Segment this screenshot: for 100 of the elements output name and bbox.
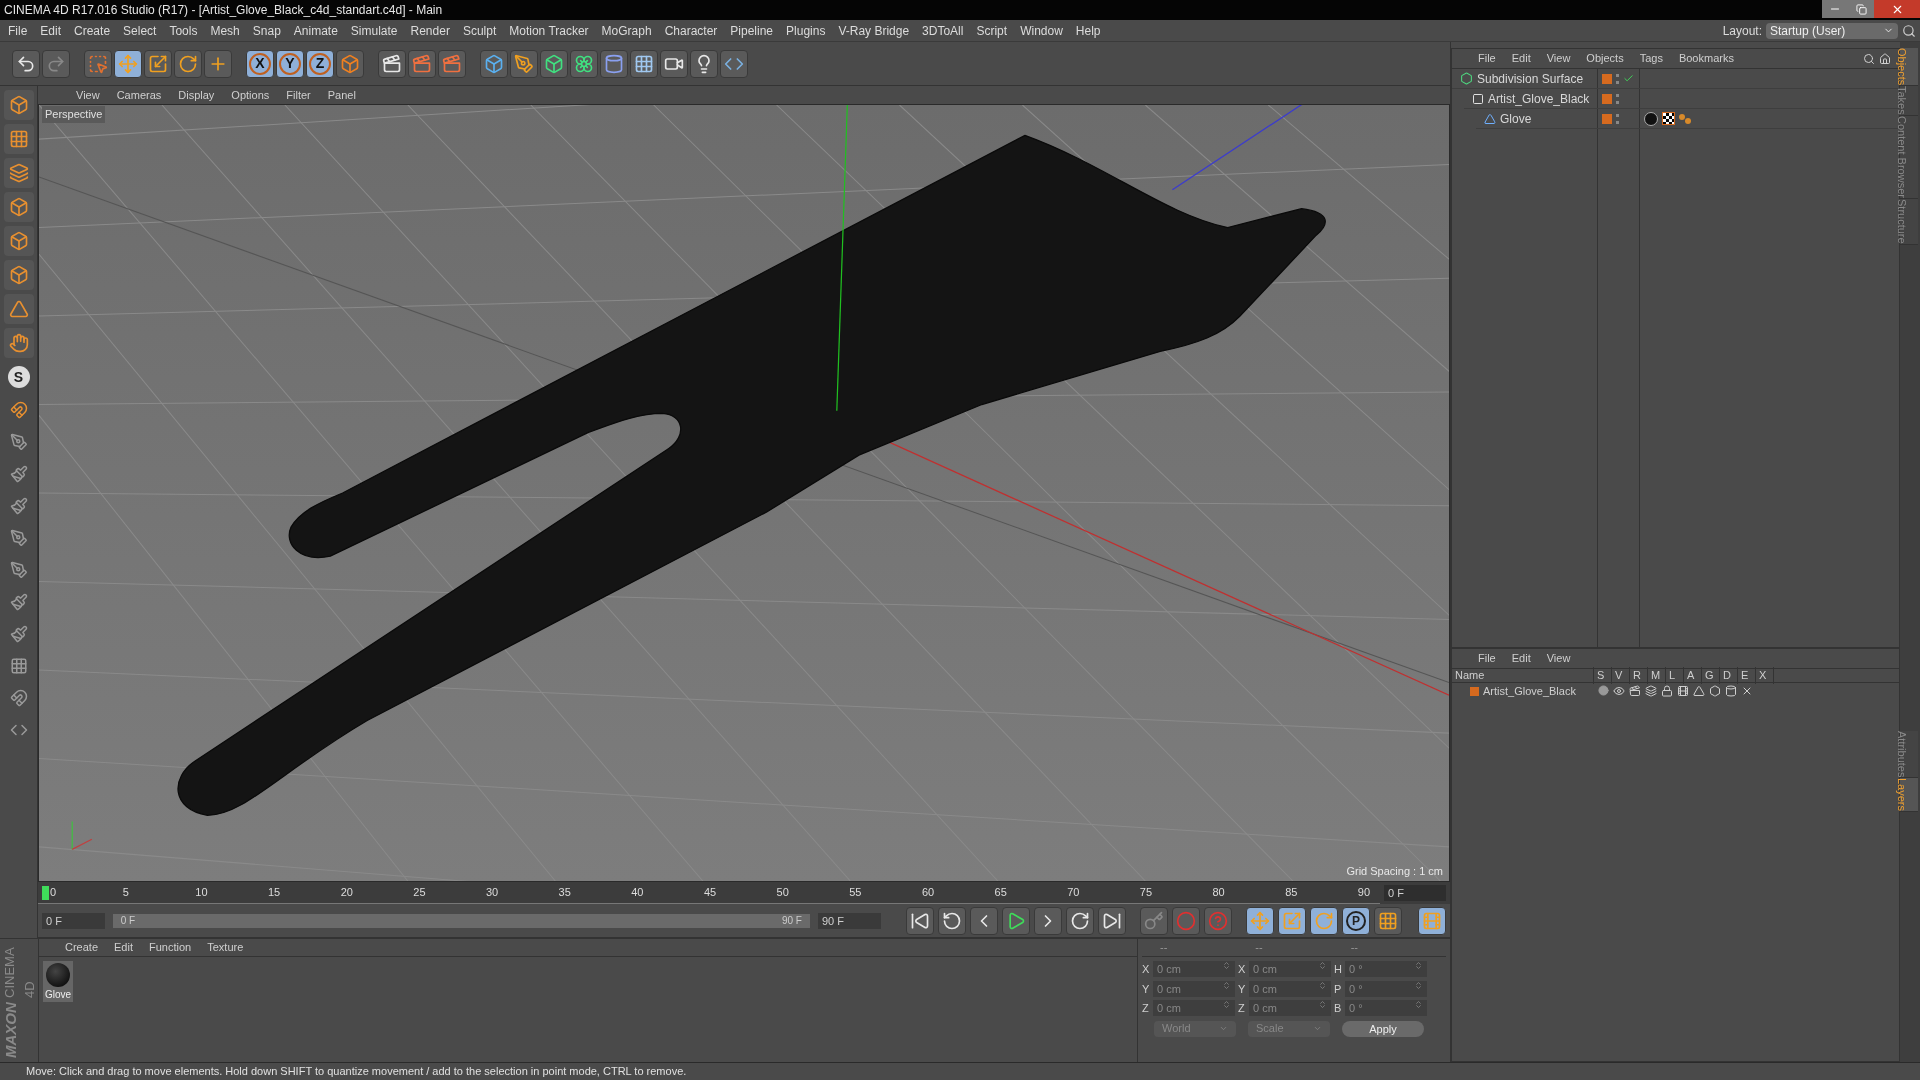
checker-cube-button[interactable] xyxy=(3,124,34,154)
object-menu-item[interactable]: Objects xyxy=(1586,50,1624,67)
scale-tool-button[interactable] xyxy=(144,49,172,78)
menu-item[interactable]: Create xyxy=(74,21,111,40)
go-to-start-button[interactable] xyxy=(906,906,934,935)
object-row[interactable]: Artist_Glove_Black xyxy=(1464,89,1899,109)
render-picture-button[interactable] xyxy=(408,49,436,78)
coordinate-field[interactable]: 0 cm xyxy=(1153,980,1235,997)
material-menu-item[interactable]: Texture xyxy=(207,939,244,956)
material-menu-item[interactable]: Function xyxy=(149,939,192,956)
selection-tool-button[interactable] xyxy=(84,49,112,78)
object-row[interactable]: Subdivision Surface xyxy=(1452,69,1899,89)
apply-button[interactable]: Apply xyxy=(1342,1020,1424,1037)
home-icon[interactable] xyxy=(1879,52,1891,65)
menu-item[interactable]: Tools xyxy=(169,21,198,40)
camera-button[interactable] xyxy=(660,49,688,78)
undo-button[interactable] xyxy=(12,49,40,78)
record-button[interactable] xyxy=(1172,906,1200,935)
menu-item[interactable]: Sculpt xyxy=(462,21,497,40)
next-key-button[interactable] xyxy=(1066,906,1094,935)
material-menu-item[interactable]: Edit xyxy=(114,939,133,956)
layer-menu-item[interactable]: File xyxy=(1478,650,1496,667)
object-menu-item[interactable]: Tags xyxy=(1639,50,1663,67)
viewport-menu-item[interactable]: Options xyxy=(231,86,270,104)
coordinate-field[interactable]: 0 ° xyxy=(1345,1000,1427,1017)
menu-item[interactable]: Plugins xyxy=(786,21,826,40)
3d-viewport[interactable]: Perspective Grid Spacing : 1 cm xyxy=(38,104,1450,882)
rotate-tool-button[interactable] xyxy=(174,49,202,78)
menu-item[interactable]: 3DToAll xyxy=(922,21,964,40)
menu-item[interactable]: Help xyxy=(1075,21,1101,40)
menu-item[interactable]: Window xyxy=(1020,21,1063,40)
go-to-end-button[interactable] xyxy=(1098,906,1126,935)
cube-button[interactable] xyxy=(3,90,34,120)
animation-icon[interactable] xyxy=(1677,685,1689,697)
axis-lock-button[interactable]: Y xyxy=(276,49,304,78)
coordinate-field[interactable]: 0 cm xyxy=(1249,980,1331,997)
object-menu-item[interactable]: File xyxy=(1478,50,1496,67)
material-swatch[interactable]: Glove xyxy=(43,961,73,1002)
light-button[interactable] xyxy=(690,49,718,78)
menu-item[interactable]: Pipeline xyxy=(730,21,774,40)
pen-spline-button[interactable] xyxy=(510,49,538,78)
axis-lock-button[interactable]: X xyxy=(246,49,274,78)
object-menu-item[interactable]: Bookmarks xyxy=(1678,50,1734,67)
end-frame-field[interactable]: 90 F xyxy=(817,912,881,929)
help-button[interactable] xyxy=(1204,906,1232,935)
coordinate-field[interactable]: 0 ° xyxy=(1345,961,1427,978)
previous-frame-button[interactable] xyxy=(970,906,998,935)
layer-row[interactable]: Artist_Glove_Black xyxy=(1452,683,1899,699)
viewport-menu-item[interactable]: Cameras xyxy=(116,86,162,104)
menu-item[interactable]: Motion Tracker xyxy=(509,21,589,40)
menu-item[interactable]: MoGraph xyxy=(601,21,652,40)
key-rotation-button[interactable] xyxy=(1310,906,1338,935)
object-menu-item[interactable]: Edit xyxy=(1511,50,1531,67)
dots-tag-icon[interactable] xyxy=(1679,113,1691,124)
viewport-menu-item[interactable]: View xyxy=(76,86,100,104)
render-icon[interactable] xyxy=(1629,685,1641,697)
object-row[interactable]: Glove xyxy=(1476,109,1899,129)
coordinate-field[interactable]: 0 cm xyxy=(1249,1000,1331,1017)
coordinate-field[interactable]: 0 cm xyxy=(1249,961,1331,978)
render-settings-button[interactable] xyxy=(438,49,466,78)
material-menu-item[interactable]: Create xyxy=(65,939,99,956)
previous-key-button[interactable] xyxy=(938,906,966,935)
search-icon[interactable] xyxy=(1902,23,1916,38)
play-button[interactable] xyxy=(1002,906,1030,935)
key-scale-button[interactable] xyxy=(1278,906,1306,935)
menu-item[interactable]: Simulate xyxy=(350,21,398,40)
timeline-button[interactable] xyxy=(1418,906,1446,935)
cloner-button[interactable] xyxy=(570,49,598,78)
move-tool-button[interactable] xyxy=(114,49,142,78)
start-frame-field[interactable]: 0 F xyxy=(42,912,105,929)
render-view-button[interactable] xyxy=(378,49,406,78)
object-menu-item[interactable]: View xyxy=(1546,50,1571,67)
key-parameter-button[interactable]: P xyxy=(1342,906,1370,935)
menu-item[interactable]: Render xyxy=(410,21,450,40)
menu-item[interactable]: V-Ray Bridge xyxy=(838,21,910,40)
visibility-icon[interactable] xyxy=(1613,685,1625,697)
menu-item[interactable]: Select xyxy=(123,21,157,40)
xref-icon[interactable] xyxy=(1741,685,1753,697)
menu-item[interactable]: Mesh xyxy=(210,21,240,40)
coordinate-field[interactable]: 0 cm xyxy=(1153,1000,1235,1017)
menu-item[interactable]: Animate xyxy=(293,21,338,40)
timeline-ruler[interactable]: 0 5 10 15 20 25 30 35 40 45 50 55 60 65 70 75 80 85 90 xyxy=(38,882,1380,904)
layers-button[interactable] xyxy=(3,158,34,188)
current-frame-field[interactable]: 0 F xyxy=(1384,885,1446,901)
restore-button[interactable] xyxy=(1848,0,1874,18)
menu-item[interactable]: Edit xyxy=(40,21,62,40)
axis-lock-button[interactable]: Z xyxy=(306,49,334,78)
solo-icon[interactable] xyxy=(1598,685,1609,696)
playhead[interactable] xyxy=(42,885,49,900)
autokey-button[interactable] xyxy=(1140,906,1168,935)
cube-object-button[interactable] xyxy=(480,49,508,78)
layer-menu-item[interactable]: View xyxy=(1546,650,1571,667)
frame-range-slider[interactable]: 0 F 90 F xyxy=(112,913,810,928)
menu-item[interactable]: Character xyxy=(664,21,718,40)
viewport-menu-item[interactable]: Display xyxy=(178,86,215,104)
hand-button[interactable] xyxy=(3,328,34,358)
layout-dropdown[interactable]: Startup (User) xyxy=(1766,22,1898,39)
enabled-check-icon[interactable] xyxy=(1623,73,1634,84)
menu-item[interactable]: Snap xyxy=(252,21,281,40)
menu-item[interactable]: File xyxy=(8,21,28,40)
